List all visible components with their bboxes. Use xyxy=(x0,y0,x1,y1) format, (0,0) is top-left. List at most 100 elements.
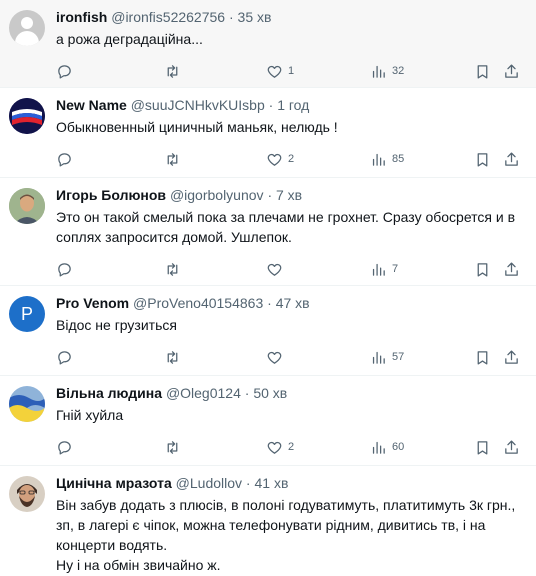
timestamp[interactable]: 47 хв xyxy=(276,295,310,311)
separator-dot: · xyxy=(244,385,250,401)
display-name[interactable]: Вільна людина xyxy=(56,385,162,401)
bookmark-icon xyxy=(477,262,488,277)
tweet[interactable]: New Name @suuJCNHkvKUIsbp · 1 год Обыкно… xyxy=(0,88,536,178)
reply-icon xyxy=(58,262,71,277)
view-count: 60 xyxy=(392,441,405,453)
reply-icon xyxy=(58,152,71,167)
retweet-button[interactable] xyxy=(164,55,186,87)
bookmark-button[interactable] xyxy=(474,55,491,87)
bookmark-button[interactable] xyxy=(474,253,491,285)
reply-button[interactable] xyxy=(56,431,78,463)
share-button[interactable] xyxy=(503,143,520,175)
share-button[interactable] xyxy=(503,253,520,285)
timestamp[interactable]: 35 хв xyxy=(238,9,272,25)
view-count: 57 xyxy=(392,351,405,363)
tweet[interactable]: ironfish @ironfis52262756 · 35 хв а рожа… xyxy=(0,0,536,88)
user-handle[interactable]: @Oleg0124 xyxy=(166,385,241,401)
views-bar-chart-icon xyxy=(372,153,385,166)
tweet-text: Гній хуйла xyxy=(56,407,124,423)
user-handle[interactable]: @ProVeno40154863 xyxy=(133,295,263,311)
tweet-header: Вільна людина @Oleg0124 · 50 хв xyxy=(56,384,524,402)
views-button[interactable]: 32 xyxy=(370,55,404,87)
tricolor-circle-avatar[interactable] xyxy=(9,98,45,134)
heart-icon xyxy=(267,441,282,454)
letter-p-avatar[interactable]: P xyxy=(9,296,45,332)
like-count: 2 xyxy=(288,441,295,453)
tweet-text: Відос не грузиться xyxy=(56,317,177,333)
avatar-letter: P xyxy=(20,303,33,324)
tweet-text: Він забув додать з плюсів, в полоні году… xyxy=(56,497,516,573)
reply-button[interactable] xyxy=(56,55,78,87)
view-count: 7 xyxy=(392,263,399,275)
user-handle[interactable]: @igorbolyunov xyxy=(170,187,264,203)
reply-icon xyxy=(58,64,71,79)
tweet-header: New Name @suuJCNHkvKUIsbp · 1 год xyxy=(56,96,524,114)
display-name[interactable]: Игорь Болюнов xyxy=(56,187,166,203)
views-button[interactable]: 85 xyxy=(370,143,404,175)
action-bar: 2 60 xyxy=(56,431,524,463)
ukraine-flag-avatar[interactable] xyxy=(9,386,45,422)
like-count: 2 xyxy=(288,153,295,165)
tweet-text: а рожа деградаційна... xyxy=(56,31,203,47)
views-bar-chart-icon xyxy=(372,351,385,364)
bookmark-button[interactable] xyxy=(474,143,491,175)
views-button[interactable]: 7 xyxy=(370,253,398,285)
share-button[interactable] xyxy=(503,55,520,87)
share-button[interactable] xyxy=(503,341,520,373)
man-portrait-avatar[interactable] xyxy=(9,188,45,224)
timestamp[interactable]: 41 хв xyxy=(254,475,288,491)
like-button[interactable]: 2 xyxy=(266,431,294,463)
retweet-icon xyxy=(167,350,178,364)
tweet[interactable]: P Pro Venom @ProVeno40154863 · 47 хв Від… xyxy=(0,286,536,376)
action-bar: 7 xyxy=(56,253,524,285)
timestamp[interactable]: 50 хв xyxy=(253,385,287,401)
retweet-icon xyxy=(167,440,178,454)
display-name[interactable]: New Name xyxy=(56,97,127,113)
retweet-icon xyxy=(167,64,178,78)
retweet-button[interactable] xyxy=(164,143,186,175)
view-count: 85 xyxy=(392,153,405,165)
reply-icon xyxy=(58,350,71,365)
like-button[interactable] xyxy=(266,341,288,373)
user-handle[interactable]: @suuJCNHkvKUIsbp xyxy=(131,97,265,113)
views-button[interactable]: 57 xyxy=(370,341,404,373)
like-button[interactable] xyxy=(266,253,288,285)
tweet-header: Цинічна мразота @Ludollov · 41 хв xyxy=(56,474,524,492)
tweet[interactable]: Цинічна мразота @Ludollov · 41 хв Він за… xyxy=(0,466,536,576)
bookmark-button[interactable] xyxy=(474,341,491,373)
bookmark-button[interactable] xyxy=(474,431,491,463)
views-button[interactable]: 60 xyxy=(370,431,404,463)
share-button[interactable] xyxy=(503,431,520,463)
views-bar-chart-icon xyxy=(372,441,385,454)
share-icon xyxy=(505,261,518,276)
tweet-header: Игорь Болюнов @igorbolyunov · 7 хв xyxy=(56,186,524,204)
retweet-icon xyxy=(167,152,178,166)
action-bar: 2 85 xyxy=(56,143,524,175)
reply-button[interactable] xyxy=(56,253,78,285)
display-name[interactable]: ironfish xyxy=(56,9,107,25)
bookmark-icon xyxy=(477,152,488,167)
like-button[interactable]: 1 xyxy=(266,55,294,87)
bookmark-icon xyxy=(477,350,488,365)
like-button[interactable]: 2 xyxy=(266,143,294,175)
retweet-button[interactable] xyxy=(164,431,186,463)
heart-icon xyxy=(267,351,282,364)
default-user-avatar[interactable] xyxy=(9,10,45,46)
user-handle[interactable]: @ironfis52262756 xyxy=(111,9,225,25)
user-handle[interactable]: @Ludollov xyxy=(176,475,242,491)
bookmark-icon xyxy=(477,440,488,455)
bearded-man-avatar[interactable] xyxy=(9,476,45,512)
reply-button[interactable] xyxy=(56,341,78,373)
retweet-button[interactable] xyxy=(164,341,186,373)
reply-button[interactable] xyxy=(56,143,78,175)
timestamp[interactable]: 1 год xyxy=(277,97,309,113)
separator-dot: · xyxy=(267,187,273,203)
retweet-button[interactable] xyxy=(164,253,186,285)
tweet[interactable]: Вільна людина @Oleg0124 · 50 хв Гній хуй… xyxy=(0,376,536,466)
tweet[interactable]: Игорь Болюнов @igorbolyunov · 7 хв Это о… xyxy=(0,178,536,286)
display-name[interactable]: Pro Venom xyxy=(56,295,129,311)
share-icon xyxy=(505,439,518,454)
timestamp[interactable]: 7 хв xyxy=(276,187,302,203)
display-name[interactable]: Цинічна мразота xyxy=(56,475,172,491)
heart-icon xyxy=(267,153,282,166)
